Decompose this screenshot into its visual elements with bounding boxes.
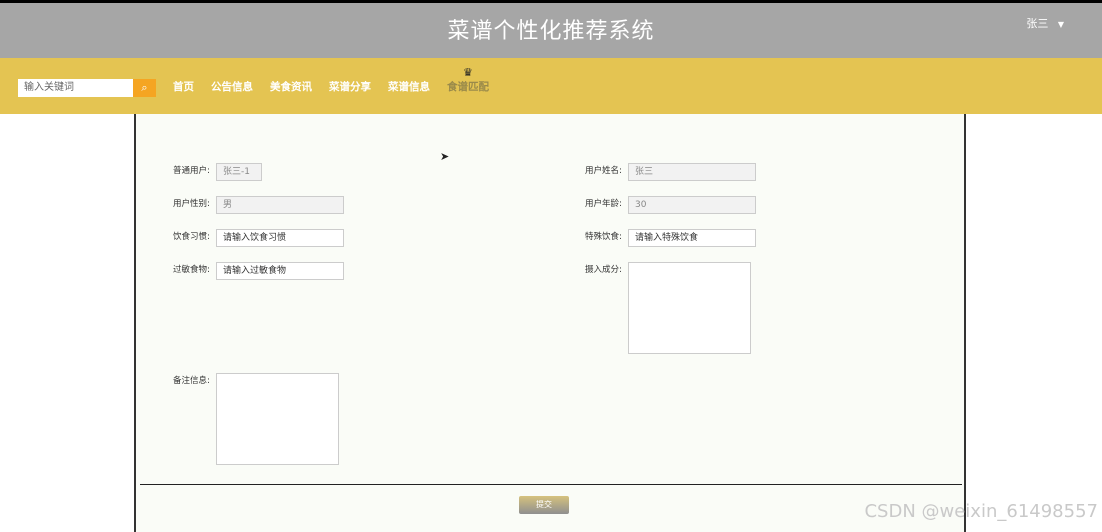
nav-announcements[interactable]: 公告信息 <box>211 79 253 95</box>
notes-textarea[interactable] <box>216 373 339 465</box>
user-menu[interactable]: 张三 ▼ <box>1026 15 1064 31</box>
nav-recipe-share[interactable]: 菜谱分享 <box>329 79 371 95</box>
top-header: 菜谱个性化推荐系统 张三 ▼ <box>0 0 1102 58</box>
nav-food-news[interactable]: 美食资讯 <box>270 79 312 95</box>
nav-home[interactable]: 首页 <box>173 79 194 95</box>
gender-label: 用户性别: <box>173 199 210 209</box>
user-name[interactable]: 张三 <box>1026 17 1048 30</box>
user-name-field: 张三 <box>628 163 756 181</box>
gender-field: 男 <box>216 196 344 214</box>
crown-icon: ♛ <box>463 66 473 79</box>
special-diet-label: 特殊饮食: <box>585 232 622 242</box>
allergy-label: 过敏食物: <box>173 265 210 275</box>
search-input[interactable]: 输入关键词 <box>18 79 133 97</box>
intake-textarea[interactable] <box>628 262 751 354</box>
nav-recipe-match[interactable]: ♛ 食谱匹配 <box>447 66 489 95</box>
site-title: 菜谱个性化推荐系统 <box>447 19 655 44</box>
nav-links: 首页 公告信息 美食资讯 菜谱分享 菜谱信息 ♛ 食谱匹配 <box>173 66 506 95</box>
chevron-down-icon[interactable]: ▼ <box>1058 20 1064 29</box>
watermark: CSDN @weixin_61498557 <box>864 501 1098 522</box>
user-account-label: 普通用户: <box>173 166 210 176</box>
user-name-label: 用户姓名: <box>585 166 622 176</box>
main-navbar: 输入关键词 ⌕ 首页 公告信息 美食资讯 菜谱分享 菜谱信息 ♛ 食谱匹配 <box>0 58 1102 114</box>
allergy-input[interactable]: 请输入过敏食物 <box>216 262 344 280</box>
diet-habit-input[interactable]: 请输入饮食习惯 <box>216 229 344 247</box>
form-divider <box>140 484 962 485</box>
special-diet-input[interactable]: 请输入特殊饮食 <box>628 229 756 247</box>
diet-habit-label: 饮食习惯: <box>173 232 210 242</box>
submit-button[interactable]: 提交 <box>519 496 569 514</box>
age-label: 用户年龄: <box>585 199 622 209</box>
nav-recipe-match-label: 食谱匹配 <box>447 81 489 93</box>
age-field: 30 <box>628 196 756 214</box>
notes-label: 备注信息: <box>173 376 210 386</box>
mouse-cursor-icon: ➤ <box>440 150 450 163</box>
search-icon: ⌕ <box>141 81 148 94</box>
intake-label: 摄入成分: <box>585 265 622 275</box>
user-account-field: 张三-1 <box>216 163 262 181</box>
nav-recipe-info[interactable]: 菜谱信息 <box>388 79 430 95</box>
search-button[interactable]: ⌕ <box>133 79 156 97</box>
form-panel: 普通用户: 张三-1 用户性别: 男 饮食习惯: 请输入饮食习惯 过敏食物: 请… <box>134 114 966 532</box>
